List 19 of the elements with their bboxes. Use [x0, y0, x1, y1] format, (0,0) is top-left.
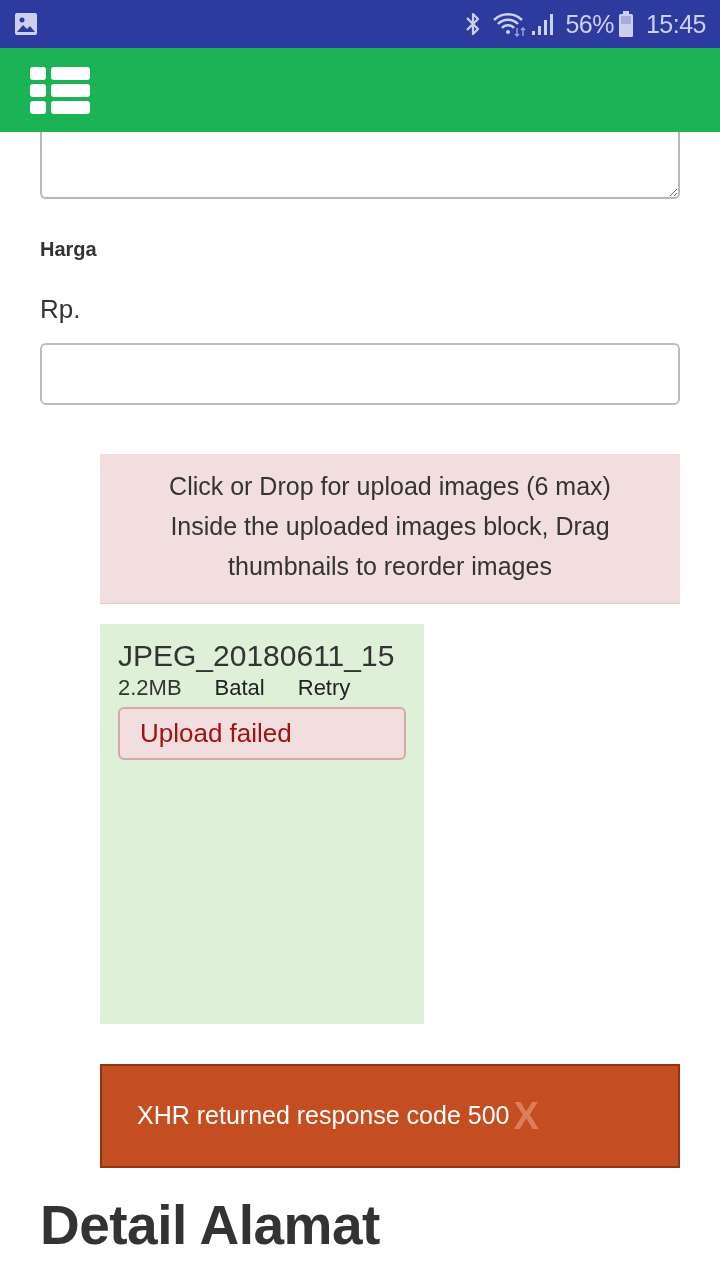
image-icon [14, 12, 38, 36]
file-name: JPEG_20180611_15 [118, 638, 396, 674]
wifi-icon [493, 11, 528, 37]
bluetooth-icon [465, 11, 482, 37]
retry-link[interactable]: Retry [297, 674, 351, 702]
upload-error-message: Upload failed [118, 707, 406, 760]
text-area-field[interactable] [40, 132, 680, 199]
menu-icon[interactable] [30, 66, 90, 114]
battery-percent: 56% [565, 11, 614, 37]
file-size: 2.2MB [118, 674, 182, 702]
cancel-link[interactable]: Batal [214, 674, 265, 702]
section-heading: Detail Alamat [40, 1194, 381, 1256]
price-label: Harga [40, 237, 98, 261]
upload-dropzone[interactable]: Click or Drop for upload images (6 max) Inside the uploaded images block, Drag thumbnails to reorder images [100, 454, 680, 604]
battery-icon [617, 11, 634, 37]
currency-label: Rp. [40, 293, 82, 325]
alert-message: XHR returned response code 500 [137, 1100, 510, 1132]
price-input-field[interactable] [40, 343, 680, 405]
clock-time: 15:45 [645, 11, 706, 37]
